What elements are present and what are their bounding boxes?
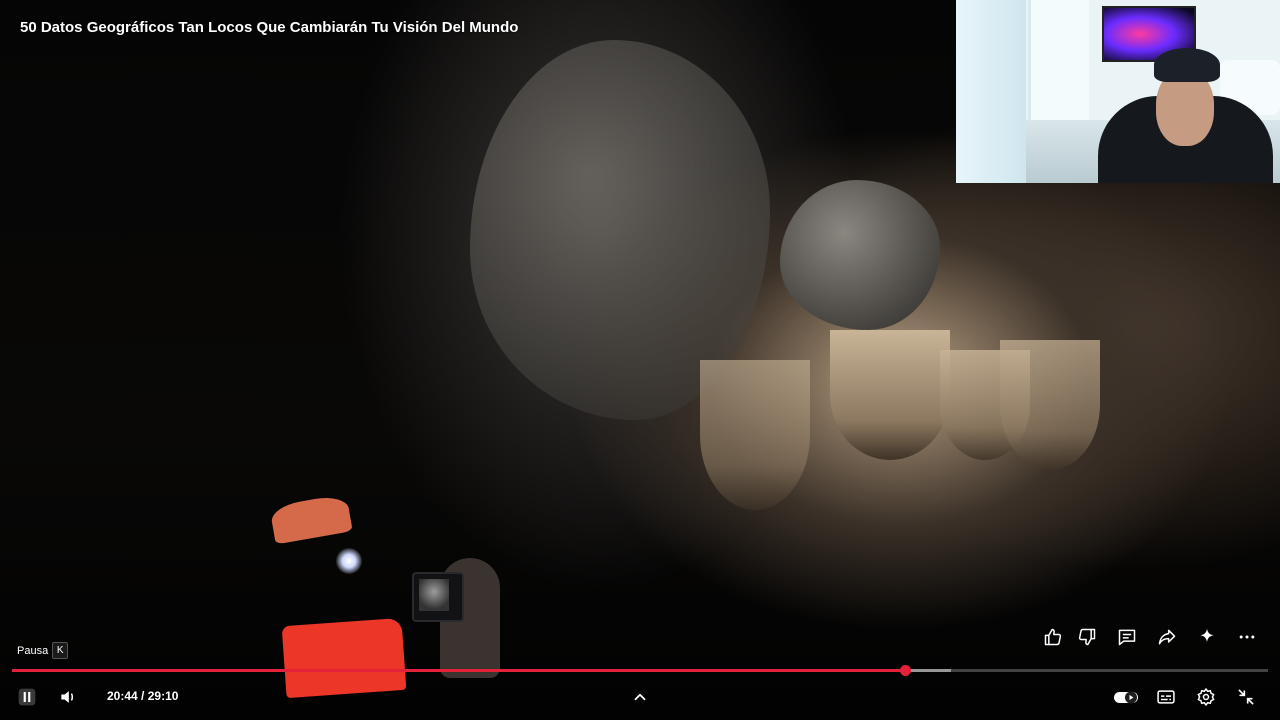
progress-scrubber[interactable]	[899, 665, 911, 676]
webcam-overlay	[956, 0, 1280, 183]
video-title[interactable]: 50 Datos Geográficos Tan Locos Que Cambi…	[20, 19, 518, 36]
settings-icon[interactable]	[1193, 684, 1219, 710]
helmet	[269, 493, 353, 545]
action-bar	[1040, 624, 1272, 650]
time-display: 20:44 / 29:10	[107, 689, 179, 703]
comment-icon[interactable]	[1114, 624, 1140, 650]
captions-icon[interactable]	[1153, 684, 1179, 710]
pause-tooltip: Pausa K	[17, 642, 69, 659]
volume-icon[interactable]	[55, 684, 81, 710]
autoplay-toggle-icon[interactable]	[1113, 684, 1139, 710]
exit-fullscreen-icon[interactable]	[1233, 684, 1259, 710]
more-icon[interactable]	[1234, 624, 1260, 650]
tooltip-label: Pausa	[17, 644, 49, 657]
like-icon[interactable]	[1040, 624, 1066, 650]
sparkle-icon[interactable]	[1194, 624, 1220, 650]
duration: 29:10	[147, 689, 179, 703]
share-icon[interactable]	[1154, 624, 1180, 650]
player-controls: 20:44 / 29:10	[0, 680, 1280, 714]
progress-bar[interactable]	[12, 665, 1268, 676]
headlamp	[336, 548, 362, 574]
dislike-icon[interactable]	[1074, 624, 1100, 650]
stalactite	[1000, 340, 1100, 470]
stalactite	[700, 360, 810, 510]
progress-played	[12, 669, 906, 672]
tooltip-shortcut: K	[52, 642, 69, 659]
phone	[412, 572, 464, 622]
cave-rock	[780, 180, 940, 330]
pause-icon[interactable]	[14, 684, 40, 710]
chevron-up-icon[interactable]	[627, 684, 653, 710]
stalactite	[830, 330, 950, 460]
current-time: 20:44	[107, 689, 138, 703]
